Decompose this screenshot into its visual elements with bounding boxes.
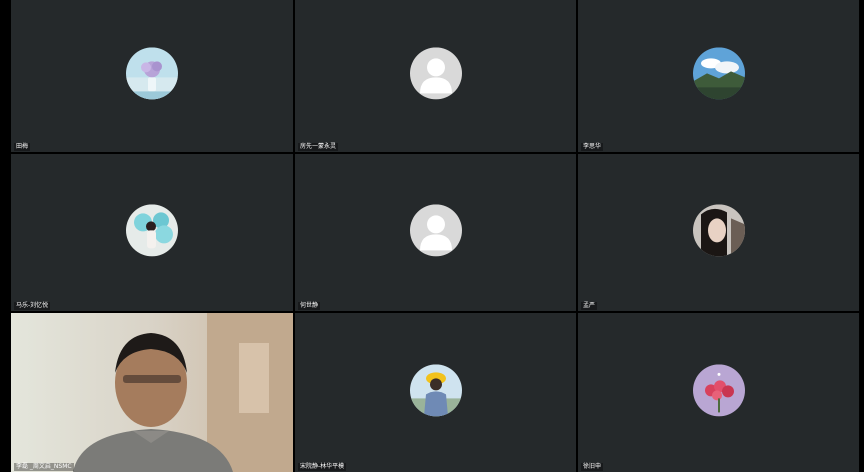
video-grid: 田梅 房先一蒙永灵 李思华 马乐-刘忆悦 何世静 孟严 李磊 _周文启_NSMC… [11,0,859,472]
participant-name: 房先一蒙永灵 [298,143,339,151]
participant-tile[interactable]: 徐旧申 [578,313,859,472]
participant-tile[interactable]: 田梅 [11,0,293,152]
mountain-landscape-photo-icon [692,47,745,100]
yellow-hat-child-photo-icon [409,363,462,416]
participant-tile[interactable]: 何世静 [295,154,576,311]
participant-tile[interactable]: 房先一蒙永灵 [295,0,576,152]
participant-name: 李思华 [581,143,604,151]
participant-tile-active-speaker[interactable]: 李磊 _周文启_NSMC [11,313,293,472]
default-user-icon [409,203,462,256]
pink-flowers-photo-icon [692,363,745,416]
participant-tile[interactable]: 李思华 [578,0,859,152]
participant-tile[interactable]: 孟严 [578,154,859,311]
participant-name: 孟严 [581,302,598,310]
participant-name: 马乐-刘忆悦 [14,302,51,310]
participant-name: 何世静 [298,302,321,310]
flower-vase-photo-icon [126,47,178,100]
blue-balloon-girl-photo-icon [126,203,178,256]
participant-name: 宋院静-林华平模 [298,463,347,471]
participant-name: 徐旧申 [581,463,604,471]
default-user-icon [409,47,462,100]
participant-tile[interactable]: 宋院静-林华平模 [295,313,576,472]
participant-name: 李磊 _周文启_NSMC [14,463,74,471]
woman-portrait-photo-icon [692,203,745,256]
participant-name: 田梅 [14,143,31,151]
live-camera-video [11,313,293,472]
participant-tile[interactable]: 马乐-刘忆悦 [11,154,293,311]
